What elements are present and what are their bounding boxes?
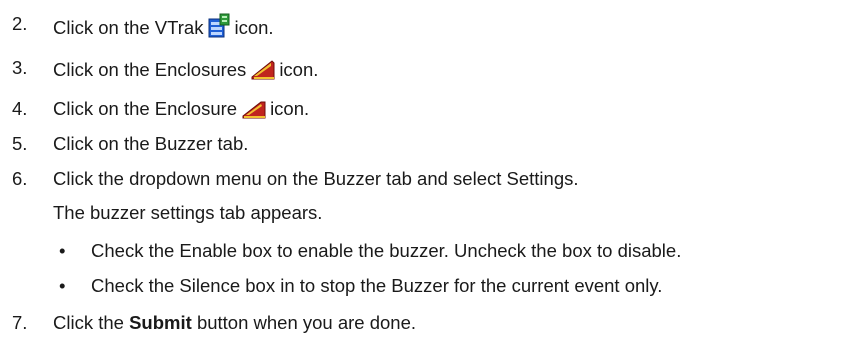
bullet-marker: •	[59, 240, 66, 261]
bullet-text: Check the Silence box in to stop the Buz…	[91, 275, 663, 296]
step-text-after: icon.	[279, 59, 319, 80]
step-text: Click on the Enclosure icon.	[53, 98, 309, 125]
step-number: 6.	[12, 168, 28, 189]
step-number: 3.	[12, 57, 28, 78]
step-number: 4.	[12, 98, 28, 119]
enclosure-icon	[241, 98, 267, 125]
step-text: Click the dropdown menu on the Buzzer ta…	[53, 168, 579, 189]
step-text: Click on the Enclosures icon.	[53, 57, 318, 86]
bullet-text: Check the Enable box to enable the buzze…	[91, 240, 682, 261]
step-text: Click on the VTrak icon.	[53, 13, 274, 44]
vtrak-icon	[207, 13, 231, 44]
note-text: The buzzer settings tab appears.	[53, 202, 323, 223]
step-number: 2.	[12, 13, 28, 34]
step-text-before: Click the	[53, 312, 124, 333]
step-text-before: Click on the Enclosure	[53, 98, 238, 119]
step-text-after: icon.	[234, 17, 274, 38]
step-text-before: Click on the VTrak	[53, 17, 204, 38]
step-number: 5.	[12, 133, 28, 154]
step-number: 7.	[12, 312, 28, 333]
submit-label: Submit	[129, 312, 192, 333]
bullet-marker: •	[59, 275, 66, 296]
step-text-after: button when you are done.	[196, 312, 417, 333]
step-text: Click the Submit button when you are don…	[53, 312, 416, 334]
step-text-before: Click on the Enclosures	[53, 59, 247, 80]
enclosures-icon	[250, 57, 276, 86]
step-text: Click on the Buzzer tab.	[53, 133, 249, 154]
step-text-after: icon.	[270, 98, 310, 119]
